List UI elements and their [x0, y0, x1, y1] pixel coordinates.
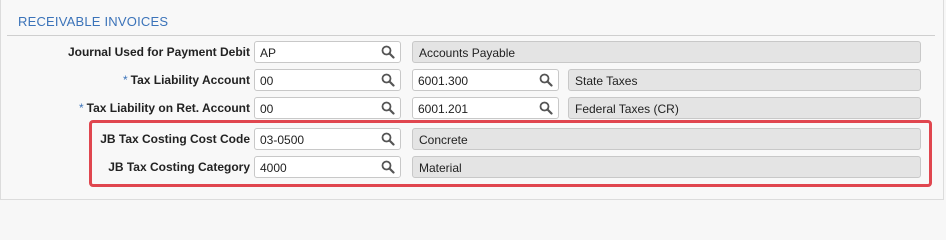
- row-journal-payment-debit: Journal Used for Payment Debit AP Accoun…: [1, 40, 945, 66]
- search-icon[interactable]: [381, 45, 395, 59]
- account-description-text: State Taxes: [575, 74, 638, 88]
- journal-lookup-field[interactable]: AP: [254, 41, 401, 63]
- required-marker: *: [78, 101, 84, 115]
- tax-liability-company-field[interactable]: 00: [254, 69, 401, 91]
- field-label-text: Journal Used for Payment Debit: [67, 45, 250, 59]
- search-icon[interactable]: [381, 73, 395, 87]
- search-icon[interactable]: [539, 101, 553, 115]
- field-label: * Tax Liability Account: [123, 73, 250, 87]
- search-icon[interactable]: [539, 73, 553, 87]
- receivable-invoices-panel: RECEIVABLE INVOICES Journal Used for Pay…: [0, 0, 944, 200]
- tax-liability-ret-description: Federal Taxes (CR): [568, 97, 921, 119]
- tax-liability-description: State Taxes: [568, 69, 921, 91]
- tax-liability-ret-account-field[interactable]: 6001.201: [412, 97, 559, 119]
- section-title: RECEIVABLE INVOICES: [18, 14, 169, 29]
- tax-liability-ret-company-field[interactable]: 00: [254, 97, 401, 119]
- account-number-value: 6001.201: [418, 102, 469, 116]
- row-tax-liability-ret-account: * Tax Liability on Ret. Account 00 6001.2…: [1, 96, 945, 122]
- journal-description-text: Accounts Payable: [419, 46, 516, 60]
- journal-description: Accounts Payable: [412, 41, 921, 63]
- row-tax-liability-account: * Tax Liability Account 00 6001.300 State…: [1, 68, 945, 94]
- journal-lookup-value: AP: [260, 46, 277, 60]
- account-description-text: Federal Taxes (CR): [575, 102, 679, 116]
- field-label: Journal Used for Payment Debit: [68, 45, 250, 59]
- company-code-value: 00: [260, 102, 274, 116]
- tax-liability-account-field[interactable]: 6001.300: [412, 69, 559, 91]
- highlight-box: [89, 120, 932, 187]
- company-code-value: 00: [260, 74, 274, 88]
- field-label: * Tax Liability on Ret. Account: [79, 101, 250, 115]
- search-icon[interactable]: [381, 101, 395, 115]
- section-divider: [7, 35, 935, 36]
- account-number-value: 6001.300: [418, 74, 469, 88]
- field-label-text: Tax Liability Account: [130, 73, 250, 87]
- required-marker: *: [122, 73, 128, 87]
- field-label-text: Tax Liability on Ret. Account: [86, 101, 250, 115]
